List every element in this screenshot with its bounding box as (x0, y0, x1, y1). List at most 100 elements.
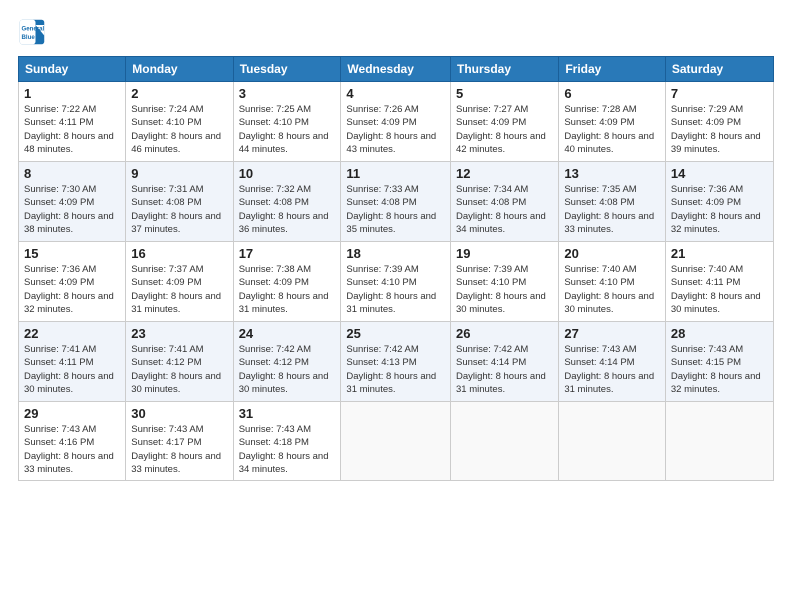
day-number: 20 (564, 246, 660, 261)
day-info: Sunrise: 7:39 AMSunset: 4:10 PMDaylight:… (456, 264, 546, 315)
day-info: Sunrise: 7:39 AMSunset: 4:10 PMDaylight:… (346, 264, 436, 315)
calendar-cell: 7 Sunrise: 7:29 AMSunset: 4:09 PMDayligh… (665, 82, 773, 162)
day-info: Sunrise: 7:34 AMSunset: 4:08 PMDaylight:… (456, 184, 546, 235)
calendar-cell: 13 Sunrise: 7:35 AMSunset: 4:08 PMDaylig… (559, 162, 666, 242)
day-info: Sunrise: 7:30 AMSunset: 4:09 PMDaylight:… (24, 184, 114, 235)
day-number: 22 (24, 326, 120, 341)
day-number: 9 (131, 166, 227, 181)
day-number: 11 (346, 166, 445, 181)
day-number: 21 (671, 246, 768, 261)
calendar-cell: 8 Sunrise: 7:30 AMSunset: 4:09 PMDayligh… (19, 162, 126, 242)
day-number: 23 (131, 326, 227, 341)
day-info: Sunrise: 7:24 AMSunset: 4:10 PMDaylight:… (131, 104, 221, 155)
weekday-monday: Monday (126, 57, 233, 82)
svg-text:General: General (22, 25, 45, 32)
day-number: 6 (564, 86, 660, 101)
day-number: 10 (239, 166, 336, 181)
day-info: Sunrise: 7:25 AMSunset: 4:10 PMDaylight:… (239, 104, 329, 155)
day-number: 12 (456, 166, 553, 181)
day-info: Sunrise: 7:27 AMSunset: 4:09 PMDaylight:… (456, 104, 546, 155)
calendar-cell: 10 Sunrise: 7:32 AMSunset: 4:08 PMDaylig… (233, 162, 341, 242)
weekday-saturday: Saturday (665, 57, 773, 82)
header: General Blue (18, 18, 774, 46)
day-number: 3 (239, 86, 336, 101)
calendar-cell: 11 Sunrise: 7:33 AMSunset: 4:08 PMDaylig… (341, 162, 451, 242)
calendar-cell: 4 Sunrise: 7:26 AMSunset: 4:09 PMDayligh… (341, 82, 451, 162)
day-number: 5 (456, 86, 553, 101)
day-number: 31 (239, 406, 336, 421)
day-info: Sunrise: 7:42 AMSunset: 4:12 PMDaylight:… (239, 344, 329, 395)
day-number: 29 (24, 406, 120, 421)
calendar-cell: 26 Sunrise: 7:42 AMSunset: 4:14 PMDaylig… (451, 322, 559, 402)
day-info: Sunrise: 7:43 AMSunset: 4:15 PMDaylight:… (671, 344, 761, 395)
day-number: 15 (24, 246, 120, 261)
day-number: 17 (239, 246, 336, 261)
day-number: 8 (24, 166, 120, 181)
day-number: 18 (346, 246, 445, 261)
calendar-cell: 23 Sunrise: 7:41 AMSunset: 4:12 PMDaylig… (126, 322, 233, 402)
calendar-cell: 3 Sunrise: 7:25 AMSunset: 4:10 PMDayligh… (233, 82, 341, 162)
calendar-cell: 17 Sunrise: 7:38 AMSunset: 4:09 PMDaylig… (233, 242, 341, 322)
calendar-cell: 27 Sunrise: 7:43 AMSunset: 4:14 PMDaylig… (559, 322, 666, 402)
day-number: 2 (131, 86, 227, 101)
day-info: Sunrise: 7:36 AMSunset: 4:09 PMDaylight:… (24, 264, 114, 315)
day-info: Sunrise: 7:33 AMSunset: 4:08 PMDaylight:… (346, 184, 436, 235)
calendar-cell: 25 Sunrise: 7:42 AMSunset: 4:13 PMDaylig… (341, 322, 451, 402)
calendar-cell: 30 Sunrise: 7:43 AMSunset: 4:17 PMDaylig… (126, 402, 233, 481)
calendar-cell: 16 Sunrise: 7:37 AMSunset: 4:09 PMDaylig… (126, 242, 233, 322)
day-info: Sunrise: 7:40 AMSunset: 4:11 PMDaylight:… (671, 264, 761, 315)
day-info: Sunrise: 7:42 AMSunset: 4:13 PMDaylight:… (346, 344, 436, 395)
logo-icon: General Blue (18, 18, 46, 46)
weekday-sunday: Sunday (19, 57, 126, 82)
calendar-cell: 1 Sunrise: 7:22 AMSunset: 4:11 PMDayligh… (19, 82, 126, 162)
svg-text:Blue: Blue (22, 34, 36, 41)
calendar-cell: 28 Sunrise: 7:43 AMSunset: 4:15 PMDaylig… (665, 322, 773, 402)
logo: General Blue (18, 18, 46, 46)
day-number: 19 (456, 246, 553, 261)
weekday-wednesday: Wednesday (341, 57, 451, 82)
day-info: Sunrise: 7:43 AMSunset: 4:17 PMDaylight:… (131, 424, 221, 475)
calendar-cell: 19 Sunrise: 7:39 AMSunset: 4:10 PMDaylig… (451, 242, 559, 322)
day-info: Sunrise: 7:29 AMSunset: 4:09 PMDaylight:… (671, 104, 761, 155)
calendar-cell: 15 Sunrise: 7:36 AMSunset: 4:09 PMDaylig… (19, 242, 126, 322)
calendar-cell: 21 Sunrise: 7:40 AMSunset: 4:11 PMDaylig… (665, 242, 773, 322)
calendar-cell: 14 Sunrise: 7:36 AMSunset: 4:09 PMDaylig… (665, 162, 773, 242)
day-info: Sunrise: 7:28 AMSunset: 4:09 PMDaylight:… (564, 104, 654, 155)
calendar-cell: 20 Sunrise: 7:40 AMSunset: 4:10 PMDaylig… (559, 242, 666, 322)
calendar-cell: 12 Sunrise: 7:34 AMSunset: 4:08 PMDaylig… (451, 162, 559, 242)
day-number: 13 (564, 166, 660, 181)
day-info: Sunrise: 7:40 AMSunset: 4:10 PMDaylight:… (564, 264, 654, 315)
calendar-cell: 22 Sunrise: 7:41 AMSunset: 4:11 PMDaylig… (19, 322, 126, 402)
day-info: Sunrise: 7:43 AMSunset: 4:16 PMDaylight:… (24, 424, 114, 475)
day-number: 24 (239, 326, 336, 341)
day-info: Sunrise: 7:31 AMSunset: 4:08 PMDaylight:… (131, 184, 221, 235)
day-info: Sunrise: 7:43 AMSunset: 4:14 PMDaylight:… (564, 344, 654, 395)
day-info: Sunrise: 7:41 AMSunset: 4:12 PMDaylight:… (131, 344, 221, 395)
day-number: 26 (456, 326, 553, 341)
day-info: Sunrise: 7:32 AMSunset: 4:08 PMDaylight:… (239, 184, 329, 235)
day-number: 30 (131, 406, 227, 421)
day-number: 14 (671, 166, 768, 181)
weekday-friday: Friday (559, 57, 666, 82)
day-number: 25 (346, 326, 445, 341)
calendar-cell: 2 Sunrise: 7:24 AMSunset: 4:10 PMDayligh… (126, 82, 233, 162)
day-number: 16 (131, 246, 227, 261)
weekday-thursday: Thursday (451, 57, 559, 82)
day-info: Sunrise: 7:37 AMSunset: 4:09 PMDaylight:… (131, 264, 221, 315)
day-info: Sunrise: 7:38 AMSunset: 4:09 PMDaylight:… (239, 264, 329, 315)
weekday-header-row: SundayMondayTuesdayWednesdayThursdayFrid… (19, 57, 774, 82)
day-info: Sunrise: 7:42 AMSunset: 4:14 PMDaylight:… (456, 344, 546, 395)
calendar: SundayMondayTuesdayWednesdayThursdayFrid… (18, 56, 774, 481)
calendar-cell: 29 Sunrise: 7:43 AMSunset: 4:16 PMDaylig… (19, 402, 126, 481)
day-number: 4 (346, 86, 445, 101)
day-info: Sunrise: 7:26 AMSunset: 4:09 PMDaylight:… (346, 104, 436, 155)
calendar-cell (341, 402, 451, 481)
calendar-cell: 9 Sunrise: 7:31 AMSunset: 4:08 PMDayligh… (126, 162, 233, 242)
day-info: Sunrise: 7:43 AMSunset: 4:18 PMDaylight:… (239, 424, 329, 475)
day-number: 27 (564, 326, 660, 341)
calendar-cell (451, 402, 559, 481)
calendar-cell: 18 Sunrise: 7:39 AMSunset: 4:10 PMDaylig… (341, 242, 451, 322)
calendar-cell (665, 402, 773, 481)
day-info: Sunrise: 7:36 AMSunset: 4:09 PMDaylight:… (671, 184, 761, 235)
day-info: Sunrise: 7:22 AMSunset: 4:11 PMDaylight:… (24, 104, 114, 155)
